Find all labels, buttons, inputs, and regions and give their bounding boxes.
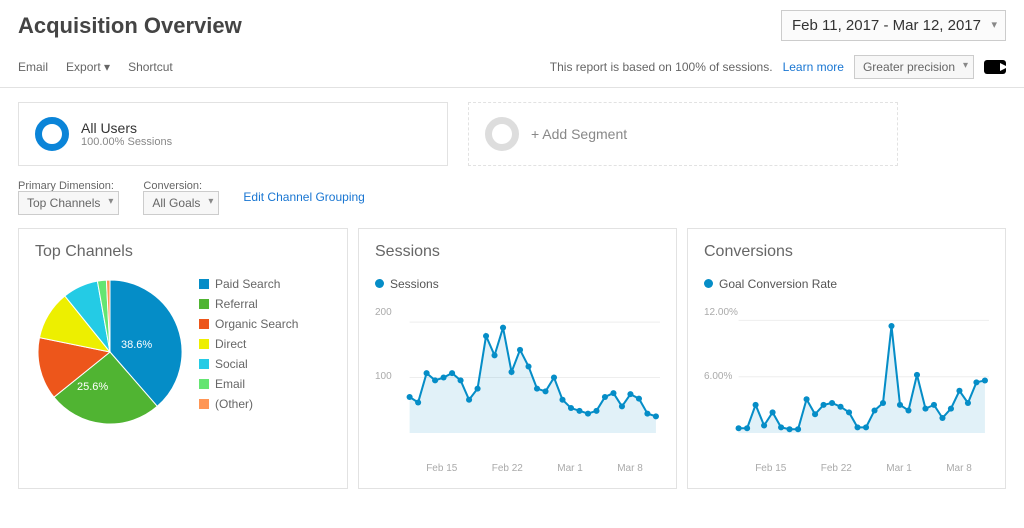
legend-dot-icon — [375, 279, 384, 288]
y-tick: 6.00% — [704, 371, 732, 382]
segment-name: All Users — [81, 120, 172, 136]
series-legend: Sessions — [375, 277, 660, 291]
legend-item: Paid Search — [199, 277, 298, 291]
panel-top-channels: Top Channels 38.6% 25.6% Paid Search Refe… — [18, 228, 348, 489]
conversion-select[interactable]: All Goals — [143, 191, 219, 215]
education-icon[interactable] — [984, 60, 1006, 74]
legend-dot-icon — [704, 279, 713, 288]
panel-title: Sessions — [375, 243, 660, 261]
legend-swatch-icon — [199, 279, 209, 289]
export-menu[interactable]: Export ▾ — [66, 60, 110, 74]
legend-swatch-icon — [199, 399, 209, 409]
y-tick: 12.00% — [704, 307, 738, 318]
pie-chart: 38.6% 25.6% — [35, 277, 185, 427]
precision-select[interactable]: Greater precision — [854, 55, 974, 79]
legend-swatch-icon — [199, 359, 209, 369]
conversions-chart: 12.00% 6.00% — [704, 299, 989, 459]
page-title: Acquisition Overview — [18, 13, 242, 39]
y-tick: 100 — [375, 371, 392, 382]
legend-item: (Other) — [199, 397, 298, 411]
legend-swatch-icon — [199, 319, 209, 329]
x-ticks: Feb 15Feb 22Mar 1Mar 8 — [704, 463, 989, 474]
pie-slice-label: 38.6% — [121, 339, 152, 351]
sampling-note: This report is based on 100% of sessions… — [550, 60, 773, 74]
panel-conversions: Conversions Goal Conversion Rate 12.00% … — [687, 228, 1006, 489]
panel-title: Conversions — [704, 243, 989, 261]
legend-item: Organic Search — [199, 317, 298, 331]
sessions-chart: 200 100 — [375, 299, 660, 459]
date-range-picker[interactable]: Feb 11, 2017 - Mar 12, 2017 — [781, 10, 1006, 41]
pie-legend: Paid Search Referral Organic Search Direct S… — [199, 277, 298, 427]
series-legend: Goal Conversion Rate — [704, 277, 989, 291]
primary-dimension-select[interactable]: Top Channels — [18, 191, 119, 215]
legend-swatch-icon — [199, 299, 209, 309]
shortcut-link[interactable]: Shortcut — [128, 60, 173, 74]
edit-channel-grouping-link[interactable]: Edit Channel Grouping — [243, 190, 364, 210]
donut-icon — [485, 117, 519, 151]
learn-more-link[interactable]: Learn more — [783, 60, 844, 74]
add-segment[interactable]: + Add Segment — [468, 102, 898, 166]
x-ticks: Feb 15Feb 22Mar 1Mar 8 — [375, 463, 660, 474]
segment-sub: 100.00% Sessions — [81, 136, 172, 148]
segment-all-users[interactable]: All Users 100.00% Sessions — [18, 102, 448, 166]
legend-item: Direct — [199, 337, 298, 351]
email-link[interactable]: Email — [18, 60, 48, 74]
y-tick: 200 — [375, 307, 392, 318]
add-segment-label: + Add Segment — [531, 126, 627, 142]
legend-swatch-icon — [199, 339, 209, 349]
panel-sessions: Sessions Sessions 200 100 Feb 15Feb 22Ma… — [358, 228, 677, 489]
donut-icon — [35, 117, 69, 151]
legend-item: Referral — [199, 297, 298, 311]
legend-item: Email — [199, 377, 298, 391]
legend-item: Social — [199, 357, 298, 371]
legend-swatch-icon — [199, 379, 209, 389]
pie-slice-label: 25.6% — [77, 381, 108, 393]
panel-title: Top Channels — [35, 243, 331, 261]
